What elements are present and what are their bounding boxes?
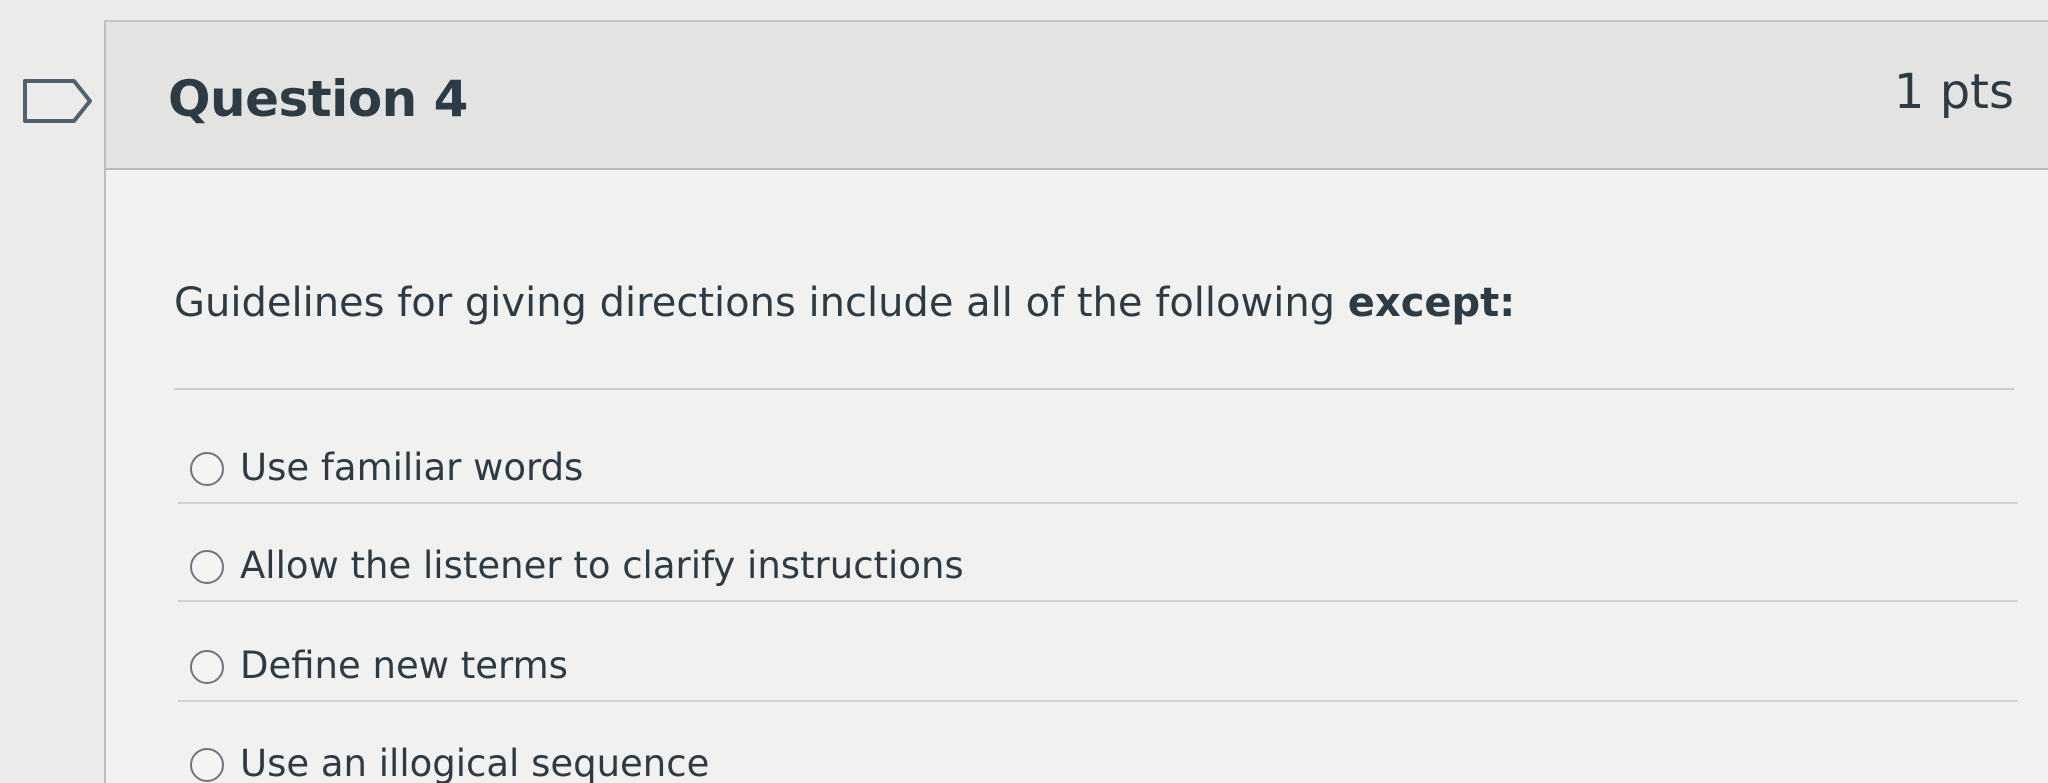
quiz-page: Question 4 1 pts Guidelines for giving d… — [0, 0, 2048, 783]
question-text: Guidelines for giving directions include… — [174, 280, 1515, 326]
flag-question-icon[interactable] — [22, 78, 94, 124]
question-header: Question 4 1 pts — [106, 22, 2048, 170]
question-points: 1 pts — [1893, 64, 2014, 120]
answer-option-4[interactable]: Use an illogical sequence — [178, 730, 2018, 783]
answer-option-1[interactable]: Use familiar words — [178, 434, 2018, 504]
radio-unchecked-icon[interactable] — [190, 452, 224, 486]
answer-label[interactable]: Define new terms — [240, 644, 568, 687]
question-text-emphasis: except: — [1347, 280, 1516, 326]
radio-unchecked-icon[interactable] — [190, 550, 224, 584]
radio-unchecked-icon[interactable] — [190, 748, 224, 782]
answer-label[interactable]: Allow the listener to clarify instructio… — [240, 544, 964, 587]
question-text-main: Guidelines for giving directions include… — [174, 280, 1348, 326]
question-title: Question 4 — [168, 70, 468, 128]
answer-label[interactable]: Use familiar words — [240, 446, 583, 489]
answer-option-3[interactable]: Define new terms — [178, 632, 2018, 702]
question-divider — [174, 388, 2014, 390]
question-body: Guidelines for giving directions include… — [106, 170, 2048, 783]
answer-option-2[interactable]: Allow the listener to clarify instructio… — [178, 532, 2018, 602]
question-card: Question 4 1 pts Guidelines for giving d… — [104, 20, 2048, 783]
radio-unchecked-icon[interactable] — [190, 650, 224, 684]
answer-label[interactable]: Use an illogical sequence — [240, 742, 709, 783]
